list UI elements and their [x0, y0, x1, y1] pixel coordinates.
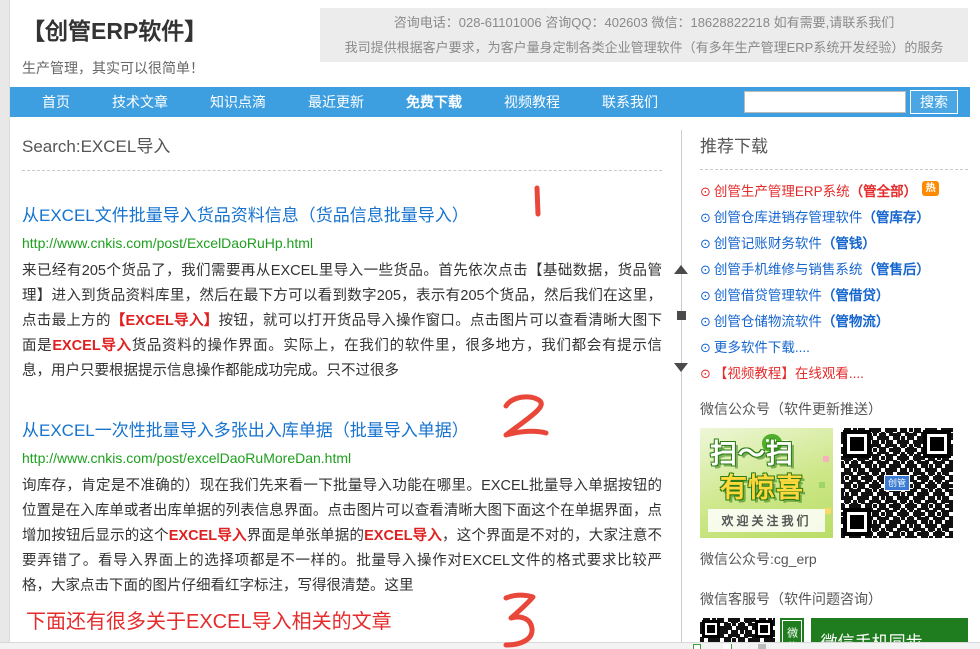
download-list: ⊙创管生产管理ERP系统（管全部）热⊙创管仓库进销存管理软件（管库存）⊙创管记账… — [700, 179, 968, 387]
nav-item[interactable]: 知识点滴 — [210, 92, 266, 112]
qr-finder-icon — [843, 430, 871, 458]
search-result: 从EXCEL文件批量导入货品资料信息（货品信息批量导入） http://www.c… — [22, 201, 662, 384]
download-link[interactable]: ⊙创管生产管理ERP系统（管全部）热 — [700, 179, 968, 205]
download-link[interactable]: ⊙创管手机维修与销售系统（管售后） — [700, 257, 968, 283]
contact-line-2: 我司提供根据客户要求，为客户量身定制各类企业管理软件（有多年生产管理ERP系统开… — [345, 37, 944, 58]
page: 【创管ERP软件】 生产管理，其实可以很简单！ 咨询电话：028-6110100… — [0, 0, 980, 649]
nav-item[interactable]: 视频教程 — [504, 92, 560, 112]
scroll-handle[interactable] — [677, 311, 686, 320]
wechat-public-row: 扫～扫 有惊喜 欢迎关注我们 创管 — [700, 428, 968, 538]
scrollbar-track — [681, 130, 682, 649]
downloads-heading: 推荐下载 — [700, 132, 968, 157]
download-link[interactable]: ⊙创管仓库进销存管理软件（管库存） — [700, 205, 968, 231]
download-link[interactable]: ⊙创管借贷管理软件（管借贷） — [700, 283, 968, 309]
promo-text: 下面还有很多关于EXCEL导入相关的文章 — [22, 605, 662, 634]
navbar: 首页 技术文章 知识点滴 最近更新 免费下载 视频教程 联系我们 搜索 — [10, 87, 970, 117]
nav-search: 搜索 — [744, 90, 958, 114]
search-result: 从EXCEL一次性批量导入多张出入库单据（批量导入单据） http://www.c… — [22, 416, 662, 599]
results-divider — [22, 170, 662, 171]
confetti-decoration — [823, 456, 829, 462]
search-button[interactable]: 搜索 — [910, 90, 958, 114]
bullet-icon: ⊙ — [700, 366, 711, 381]
nav-item[interactable]: 首页 — [42, 92, 70, 112]
qr-center-tag: 创管 — [884, 475, 910, 491]
bullet-icon: ⊙ — [700, 340, 711, 355]
sidebar-divider — [700, 169, 968, 170]
bullet-icon: ⊙ — [700, 262, 711, 277]
hot-badge: 热 — [922, 181, 939, 196]
search-input[interactable] — [744, 91, 906, 113]
bullet-icon: ⊙ — [700, 236, 711, 251]
site-brand: 【创管ERP软件】 生产管理，其实可以很简单！ — [22, 12, 207, 78]
article-url[interactable]: http://www.cnkis.com/post/excelDaoRuMore… — [22, 450, 662, 466]
bullet-icon: ⊙ — [700, 314, 711, 329]
article-url[interactable]: http://www.cnkis.com/post/ExcelDaoRuHp.h… — [22, 235, 662, 251]
follow-strip: 欢迎关注我们 — [708, 509, 825, 532]
nav-item[interactable]: 最近更新 — [308, 92, 364, 112]
article-excerpt: 来已经有205个货品了，我们需要再从EXCEL里导入一些货品。首先依次点击【基础… — [22, 259, 662, 384]
scan-line-2: 有惊喜 — [720, 466, 804, 505]
wechat-public-caption: 微信公众号:cg_erp — [700, 549, 968, 569]
nav-item[interactable]: 免费下载 — [406, 92, 462, 112]
scroll-up-arrow[interactable] — [674, 265, 688, 274]
window-left-edge — [0, 0, 10, 649]
search-results-heading: Search:EXCEL导入 — [22, 132, 662, 157]
footer-strip — [0, 642, 980, 649]
scroll-down-arrow[interactable] — [674, 363, 688, 372]
bullet-icon: ⊙ — [700, 288, 711, 303]
contact-box: 咨询电话：028-61101006 咨询QQ：402603 微信：1862882… — [320, 8, 968, 62]
download-link[interactable]: ⊙创管仓储物流软件（管物流） — [700, 309, 968, 335]
download-link[interactable]: ⊙【视频教程】在线观看.... — [700, 361, 968, 387]
article-list: 从EXCEL文件批量导入货品资料信息（货品信息批量导入） http://www.c… — [22, 201, 662, 599]
article-title-link[interactable]: 从EXCEL一次性批量导入多张出入库单据（批量导入单据） — [22, 416, 662, 441]
site-title: 【创管ERP软件】 — [22, 12, 207, 46]
nav-item[interactable]: 技术文章 — [112, 92, 168, 112]
download-link[interactable]: ⊙创管记账财务软件（管钱） — [700, 231, 968, 257]
sidebar: 推荐下载 ⊙创管生产管理ERP系统（管全部）热⊙创管仓库进销存管理软件（管库存）… — [700, 132, 968, 649]
nav-item[interactable]: 联系我们 — [602, 92, 658, 112]
contact-line-1: 咨询电话：028-61101006 咨询QQ：402603 微信：1862882… — [394, 12, 894, 33]
site-subtitle: 生产管理，其实可以很简单！ — [22, 58, 207, 78]
article-title-link[interactable]: 从EXCEL文件批量导入货品资料信息（货品信息批量导入） — [22, 201, 662, 226]
wechat-promo-image: 扫～扫 有惊喜 欢迎关注我们 — [700, 428, 833, 538]
footer-partial-icons — [693, 644, 701, 649]
download-link[interactable]: ⊙更多软件下载.... — [700, 335, 968, 361]
main-column: Search:EXCEL导入 从EXCEL文件批量导入货品资料信息（货品信息批量… — [22, 132, 662, 649]
nav-items: 首页 技术文章 知识点滴 最近更新 免费下载 视频教程 联系我们 — [42, 92, 700, 112]
qr-finder-icon — [755, 620, 773, 638]
qr-finder-icon — [843, 508, 871, 536]
article-excerpt: 询库存，肯定是不准确的）现在我们先来看一下批量导入功能在哪里。EXCEL批量导入… — [22, 474, 662, 599]
wechat-public-heading: 微信公众号（软件更新推送） — [700, 399, 968, 419]
bullet-icon: ⊙ — [700, 184, 711, 199]
qr-finder-icon — [923, 430, 951, 458]
qr-code-public: 创管 — [841, 428, 953, 538]
qr-finder-icon — [702, 620, 720, 638]
bullet-icon: ⊙ — [700, 210, 711, 225]
wechat-service-heading: 微信客服号（软件问题咨询） — [700, 589, 968, 609]
